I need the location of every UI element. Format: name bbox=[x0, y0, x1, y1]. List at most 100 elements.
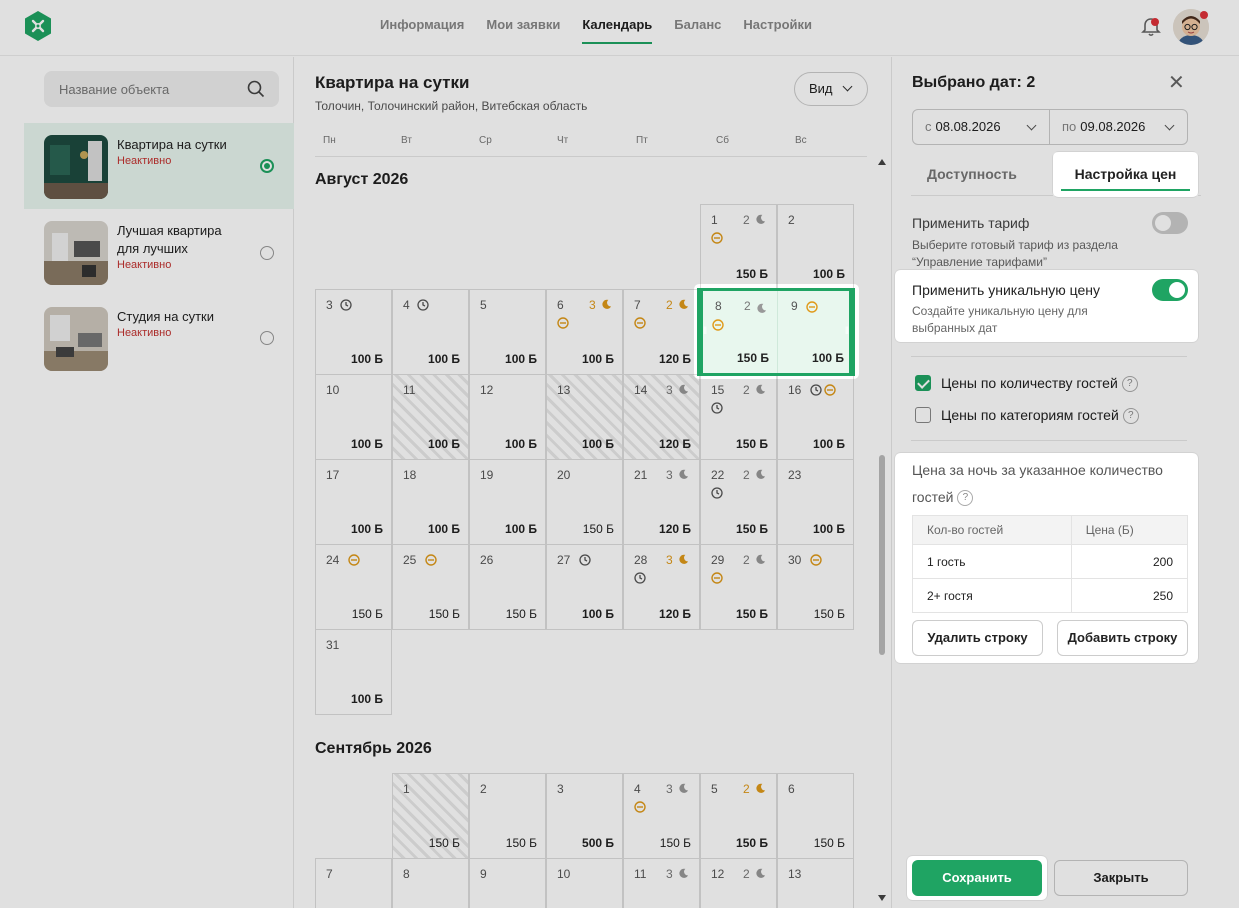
price-table-title: Цена за ночь за указанное количество гос… bbox=[912, 462, 1163, 507]
min-nights: 3 bbox=[666, 468, 673, 482]
day-price: 100 Б bbox=[813, 437, 845, 451]
calendar-day[interactable]: 11 100 Б bbox=[392, 374, 469, 460]
calendar-day[interactable]: 20 150 Б bbox=[546, 459, 623, 545]
nav-balance[interactable]: Баланс bbox=[674, 0, 721, 44]
day-number: 13 bbox=[788, 867, 802, 881]
calendar-day[interactable]: 8 bbox=[392, 858, 469, 908]
clock-icon bbox=[634, 572, 646, 586]
calendar-day[interactable]: 15 2 150 Б bbox=[700, 374, 777, 460]
main-nav: Информация Мои заявки Календарь Баланс Н… bbox=[380, 0, 812, 56]
nav-settings[interactable]: Настройки bbox=[743, 0, 812, 44]
search-icon[interactable] bbox=[247, 80, 265, 98]
day-number: 25 bbox=[403, 553, 417, 567]
calendar-day[interactable]: 30 150 Б bbox=[777, 544, 854, 630]
price-cell[interactable]: 250 bbox=[1070, 578, 1189, 613]
calendar-day[interactable]: 12 2 bbox=[700, 858, 777, 908]
day-number: 20 bbox=[557, 468, 571, 482]
calendar-day[interactable]: 3 100 Б bbox=[315, 289, 392, 375]
object-item-1[interactable]: Квартира на сутки Неактивно bbox=[24, 123, 294, 209]
day-price: 150 Б bbox=[737, 351, 769, 365]
object-name: Студия на сутки bbox=[117, 309, 214, 324]
drag-handle-icon[interactable]: ‖ bbox=[703, 326, 707, 337]
date-to-field[interactable]: по 09.08.2026 bbox=[1050, 110, 1187, 144]
day-number: 1 bbox=[403, 782, 410, 796]
restriction-icon bbox=[634, 317, 646, 331]
restriction-icon bbox=[634, 801, 646, 815]
nav-requests[interactable]: Мои заявки bbox=[486, 0, 560, 44]
logo-icon[interactable] bbox=[22, 10, 54, 42]
object-item-3[interactable]: Студия на сутки Неактивно bbox=[24, 295, 294, 381]
apply-unique-toggle[interactable] bbox=[1152, 279, 1188, 301]
help-icon[interactable]: ? bbox=[957, 490, 974, 507]
calendar-day[interactable]: 4 100 Б bbox=[392, 289, 469, 375]
apply-tariff-label: Применить тариф bbox=[912, 215, 1030, 231]
object-radio[interactable] bbox=[260, 159, 274, 173]
calendar-day[interactable]: 18 100 Б bbox=[392, 459, 469, 545]
calendar-day[interactable]: 29 2 150 Б bbox=[700, 544, 777, 630]
object-radio[interactable] bbox=[260, 331, 274, 345]
calendar-day[interactable]: 23 100 Б bbox=[777, 459, 854, 545]
help-icon[interactable]: ? bbox=[1122, 408, 1139, 425]
nav-info[interactable]: Информация bbox=[380, 0, 464, 44]
calendar-day[interactable]: 11 3 bbox=[623, 858, 700, 908]
day-price: 150 Б bbox=[582, 522, 614, 536]
delete-row-button[interactable]: Удалить строку bbox=[912, 620, 1043, 656]
object-item-2[interactable]: Лучшая квартира для лучших Неактивно bbox=[24, 209, 294, 295]
restriction-icon bbox=[711, 572, 723, 586]
close-button[interactable]: Закрыть bbox=[1054, 860, 1188, 896]
calendar-day[interactable]: 19 100 Б bbox=[469, 459, 546, 545]
calendar-day[interactable]: 22 2 150 Б bbox=[700, 459, 777, 545]
calendar-day[interactable]: 2 150 Б bbox=[469, 773, 546, 859]
calendar-day[interactable]: 21 3 120 Б bbox=[623, 459, 700, 545]
object-status: Неактивно bbox=[117, 259, 172, 271]
price-cell[interactable]: 200 bbox=[1070, 544, 1189, 579]
apply-tariff-toggle[interactable] bbox=[1152, 212, 1188, 234]
calendar-day[interactable]: 14 3 120 Б bbox=[623, 374, 700, 460]
search-placeholder: Название объекта bbox=[59, 82, 170, 97]
day-number: 12 bbox=[480, 383, 494, 397]
calendar-day[interactable]: 17 100 Б bbox=[315, 459, 392, 545]
help-icon[interactable]: ? bbox=[1121, 376, 1138, 393]
calendar-day[interactable]: 6 3 100 Б bbox=[546, 289, 623, 375]
tab-pricing[interactable]: Настройка цен bbox=[1053, 152, 1198, 196]
calendar-day[interactable]: 12 100 Б bbox=[469, 374, 546, 460]
calendar-day[interactable]: 26 150 Б bbox=[469, 544, 546, 630]
calendar-day[interactable]: 3 500 Б bbox=[546, 773, 623, 859]
drag-handle-icon[interactable]: ‖ bbox=[845, 326, 849, 337]
object-radio[interactable] bbox=[260, 246, 274, 260]
search-input[interactable]: Название объекта bbox=[44, 71, 279, 107]
calendar-day[interactable]: 5 100 Б bbox=[469, 289, 546, 375]
calendar-day[interactable]: 27 100 Б bbox=[546, 544, 623, 630]
tab-availability[interactable]: Доступность bbox=[927, 152, 1017, 196]
calendar-day[interactable]: 24 150 Б bbox=[315, 544, 392, 630]
calendar-day[interactable]: 5 2 150 Б bbox=[700, 773, 777, 859]
add-row-button[interactable]: Добавить строку bbox=[1057, 620, 1188, 656]
calendar-day[interactable]: 9 bbox=[469, 858, 546, 908]
calendar-day[interactable]: 25 150 Б bbox=[392, 544, 469, 630]
calendar-day[interactable]: 4 3 150 Б bbox=[623, 773, 700, 859]
calendar-day[interactable]: 10 bbox=[546, 858, 623, 908]
calendar-day[interactable]: 13 bbox=[777, 858, 854, 908]
moon-icon bbox=[753, 384, 766, 396]
calendar-day[interactable]: 7 2 120 Б bbox=[623, 289, 700, 375]
calendar-day[interactable]: 1 2 150 Б bbox=[700, 204, 777, 290]
chevron-down-icon bbox=[1026, 120, 1037, 131]
day-price: 100 Б bbox=[351, 522, 383, 536]
calendar-day[interactable]: 6 150 Б bbox=[777, 773, 854, 859]
calendar-day[interactable]: 2 100 Б bbox=[777, 204, 854, 290]
calendar-day[interactable]: 13 100 Б bbox=[546, 374, 623, 460]
calendar-day[interactable]: 10 100 Б bbox=[315, 374, 392, 460]
calendar-day[interactable]: 7 bbox=[315, 858, 392, 908]
calendar-day[interactable]: 1 150 Б bbox=[392, 773, 469, 859]
calendar-day[interactable]: 28 3 120 Б bbox=[623, 544, 700, 630]
calendar-day[interactable]: 16 100 Б bbox=[777, 374, 854, 460]
date-from-field[interactable]: с 08.08.2026 bbox=[913, 110, 1050, 144]
save-button[interactable]: Сохранить bbox=[912, 860, 1042, 896]
close-icon[interactable]: ✕ bbox=[1168, 73, 1185, 93]
calendar-day[interactable]: 31 100 Б bbox=[315, 629, 392, 715]
scrollbar-thumb[interactable] bbox=[879, 455, 885, 655]
view-dropdown[interactable]: Вид bbox=[794, 72, 868, 106]
guests-price-checkbox[interactable] bbox=[915, 375, 931, 391]
categories-price-checkbox[interactable] bbox=[915, 407, 931, 423]
nav-calendar[interactable]: Календарь bbox=[582, 0, 653, 44]
